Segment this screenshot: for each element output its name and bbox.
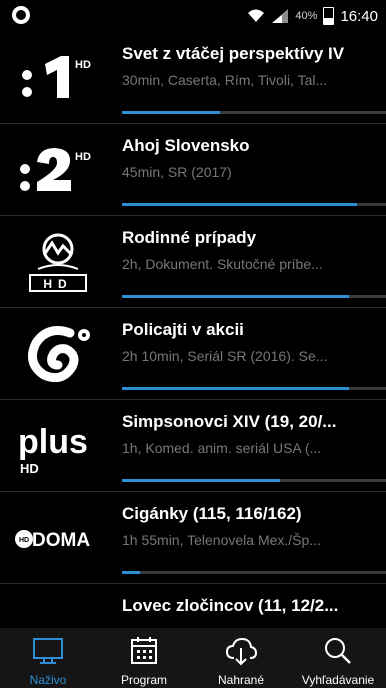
program-title: Simpsonovci XIV (19, 20/...	[122, 412, 337, 431]
wifi-icon	[248, 9, 265, 22]
plus-wordmark: plus	[18, 423, 88, 461]
program-title: Svet z vtáčej perspektívy IV	[122, 44, 345, 63]
channel-logo-jednotka: HD	[8, 40, 108, 116]
hd-badge: HD	[75, 59, 91, 71]
program-progress-fill	[122, 479, 281, 482]
battery-icon	[323, 7, 335, 25]
program-details: 2h, Dokument. Skutočné príbe...	[122, 256, 323, 272]
channel-list[interactable]: HD Svet z vtáčej perspektívy IV 30min, C…	[0, 32, 386, 628]
program-title: Cigánky (115, 116/162)	[122, 504, 302, 523]
hd-badge: HD	[19, 537, 29, 544]
tab-label: Nahrané	[217, 673, 265, 687]
hd-badge: HD	[20, 461, 39, 476]
channel-row[interactable]: HD Rodinné prípady 2h, Dokument. Skutočn…	[0, 216, 386, 308]
clock: 16:40	[340, 7, 378, 25]
channel-row[interactable]: HD Svet z vtáčej perspektívy IV 30min, C…	[0, 32, 386, 124]
channel-row[interactable]: dajto Lovec zločincov (11, 12/2...	[0, 584, 386, 628]
program-progress	[122, 295, 386, 298]
app-notification-icon	[12, 6, 30, 24]
tab-label: Vyhľadávanie	[301, 673, 375, 687]
channel-logo-dajto: dajto	[8, 592, 108, 628]
program-progress	[122, 387, 386, 390]
program-progress-fill	[122, 387, 350, 390]
tab-label: Program	[120, 673, 167, 687]
tab-live[interactable]: Naživo	[0, 628, 96, 688]
channel-row[interactable]: Policajti v akcii 2h 10min, Seriál SR (2…	[0, 308, 386, 400]
channel-logo-dvojka: HD	[8, 132, 108, 208]
channel-row[interactable]: plus HD Simpsonovci XIV (19, 20/... 1h, …	[0, 400, 386, 492]
bottom-tab-bar: Naživo Program Nahrané Vyhľadávanie	[0, 628, 386, 688]
program-progress	[122, 111, 386, 114]
program-progress-fill	[122, 295, 350, 298]
program-progress	[122, 479, 386, 482]
tab-label: Naživo	[29, 673, 67, 687]
program-details: 30min, Caserta, Rím, Tivoli, Tal...	[122, 72, 328, 88]
status-bar: 40% 16:40	[0, 0, 386, 32]
program-details: 2h 10min, Seriál SR (2016). Se...	[122, 348, 328, 364]
program-progress-fill	[122, 203, 357, 206]
calendar-icon	[131, 637, 157, 664]
hd-badge: HD	[43, 277, 72, 291]
program-title: Rodinné prípady	[122, 228, 257, 247]
status-indicators: 40% 16:40	[247, 6, 378, 26]
search-icon	[325, 638, 351, 664]
doma-wordmark: DOMA	[32, 530, 90, 551]
channel-logo-doma: HD DOMA	[8, 500, 108, 576]
program-details: 45min, SR (2017)	[122, 164, 232, 180]
channel-row[interactable]: HD Ahoj Slovensko 45min, SR (2017)	[0, 124, 386, 216]
cloud-download-icon	[225, 637, 257, 666]
monitor-icon	[33, 638, 63, 664]
program-progress	[122, 203, 386, 206]
program-title: Lovec zločincov (11, 12/2...	[122, 596, 339, 615]
tab-program[interactable]: Program	[96, 628, 192, 688]
program-details: 1h 55min, Telenovela Mex./Šp...	[122, 532, 321, 548]
channel-row[interactable]: HD DOMA Cigánky (115, 116/162) 1h 55min,…	[0, 492, 386, 584]
battery-percent: 40%	[295, 10, 318, 22]
program-details: 1h, Komed. anim. seriál USA (...	[122, 440, 322, 456]
program-title: Policajti v akcii	[122, 320, 244, 339]
program-progress-fill	[122, 111, 220, 114]
channel-logo-joj	[8, 316, 108, 392]
tab-search[interactable]: Vyhľadávanie	[290, 628, 386, 688]
hd-badge: HD	[75, 151, 91, 163]
program-progress	[122, 571, 386, 574]
signal-icon	[272, 9, 289, 23]
tab-recorded[interactable]: Nahrané	[193, 628, 289, 688]
program-title: Ahoj Slovensko	[122, 136, 250, 155]
channel-logo-joj-family: HD	[8, 224, 108, 300]
program-progress-fill	[122, 571, 141, 574]
channel-logo-plus: plus HD	[8, 408, 108, 484]
